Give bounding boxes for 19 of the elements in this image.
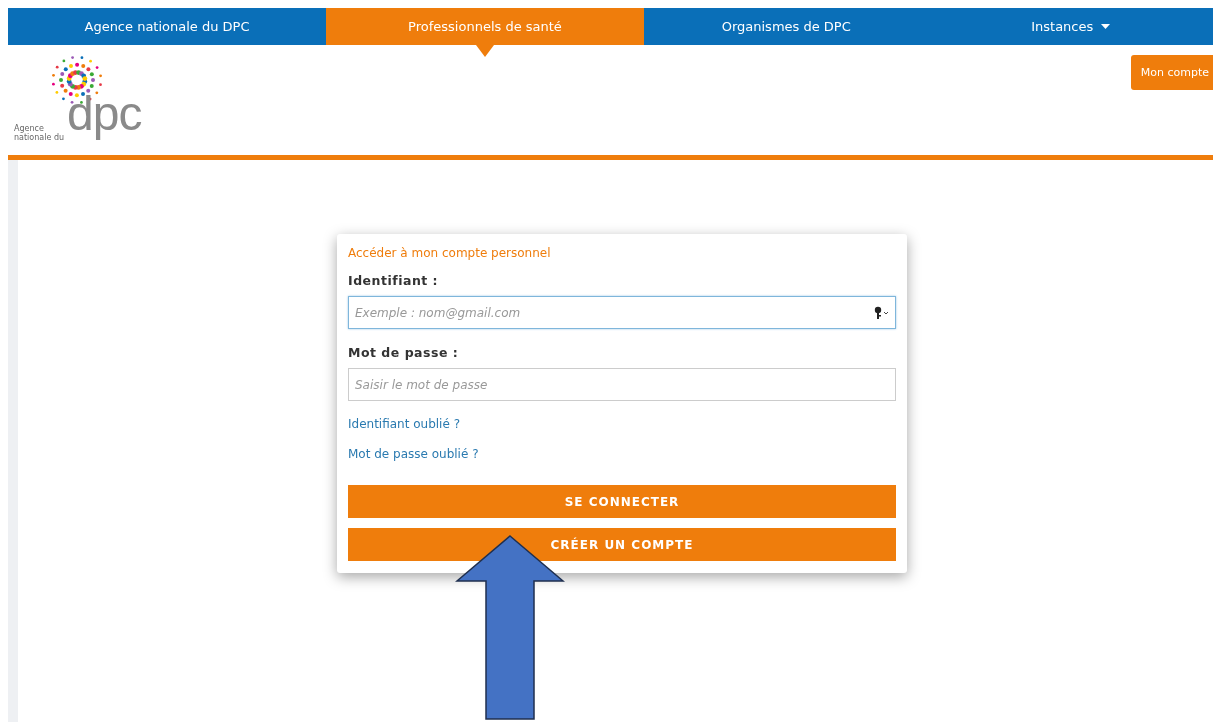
forgot-link[interactable]: Identifiant oublié ? xyxy=(348,417,461,431)
field-label: Identifiant : xyxy=(348,273,440,288)
form-title: Accéder à mon compte personnel xyxy=(348,246,552,260)
account-button[interactable]: Mon compte xyxy=(1130,55,1213,90)
nav-tab[interactable]: Organismes de DPC xyxy=(644,8,929,45)
field-label: Mot de passe : xyxy=(348,345,460,360)
create-account-button[interactable]: CRÉER UN COMPTE xyxy=(348,528,896,561)
key-icon[interactable] xyxy=(874,306,890,320)
nav-tab[interactable]: Instances xyxy=(928,8,1213,45)
logo-caption: nationale du xyxy=(14,134,65,142)
nav-tab[interactable]: Agence nationale du DPC xyxy=(8,8,326,45)
forgot-link[interactable]: Mot de passe oublié ? xyxy=(348,447,479,461)
input-field[interactable]: Saisir le mot de passe xyxy=(348,368,896,401)
logo-caption: Agence xyxy=(14,125,44,133)
pointer-icon xyxy=(476,45,494,57)
login-button[interactable]: SE CONNECTER xyxy=(348,485,896,518)
input-field[interactable]: Exemple : nom@gmail.com xyxy=(348,296,896,329)
nav-tab[interactable]: Professionnels de santé xyxy=(326,8,644,45)
logo-text: dpc xyxy=(67,86,142,141)
